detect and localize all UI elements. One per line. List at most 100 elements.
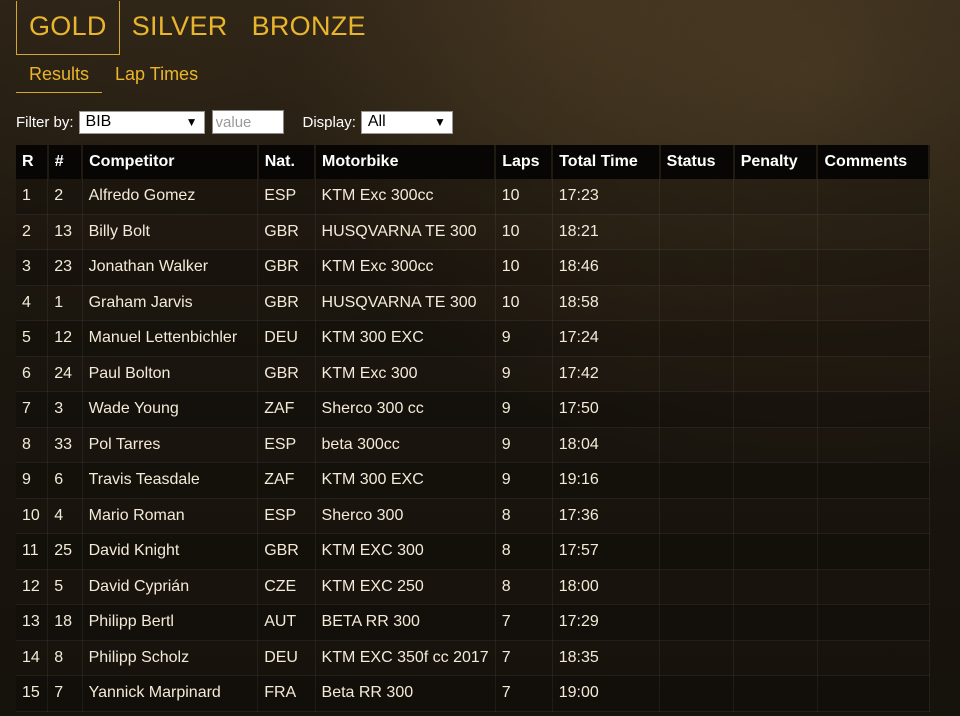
cell-motorbike: HUSQVARNA TE 300 <box>315 214 496 250</box>
tab-results[interactable]: Results <box>16 60 103 93</box>
results-table: R # Competitor Nat. Motorbike Laps Total… <box>16 145 930 712</box>
cell-status <box>659 320 735 357</box>
cell-penalty <box>733 320 818 357</box>
cell-nationality: DEU <box>257 640 316 676</box>
cell-status <box>659 179 735 215</box>
col-header-nationality[interactable]: Nat. <box>257 145 317 179</box>
cell-nationality: ZAF <box>257 391 316 428</box>
cell-competitor: Mario Roman <box>82 498 259 534</box>
table-row[interactable]: 13 18 Philipp Bertl AUT BETA RR 300 7 17:29 <box>16 604 930 641</box>
cell-laps: 10 <box>495 179 553 215</box>
cell-status <box>659 462 735 499</box>
cell-penalty <box>733 427 818 463</box>
col-header-total-time[interactable]: Total Time <box>552 145 661 179</box>
cell-motorbike: Sherco 300 cc <box>315 391 496 428</box>
cell-nationality: GBR <box>257 285 316 321</box>
cell-nationality: GBR <box>257 356 316 392</box>
cell-penalty <box>733 285 818 321</box>
tab-bronze[interactable]: BRONZE <box>240 1 378 55</box>
display-select[interactable]: All ▼ <box>360 110 453 134</box>
cell-nationality: ZAF <box>257 462 316 499</box>
cell-total-time: 17:57 <box>552 533 661 570</box>
col-header-bib[interactable]: # <box>47 145 84 179</box>
table-row[interactable]: 3 23 Jonathan Walker GBR KTM Exc 300cc 10 18:4… <box>16 249 930 286</box>
cell-bib: 25 <box>47 533 83 570</box>
table-row[interactable]: 9 6 Travis Teasdale ZAF KTM 300 EXC 9 19:16 <box>16 462 930 499</box>
cell-motorbike: KTM Exc 300 <box>315 356 496 392</box>
cell-nationality: ESP <box>257 498 316 534</box>
cell-comments <box>817 604 930 641</box>
filter-value-input[interactable] <box>211 110 284 134</box>
cell-competitor: Wade Young <box>82 391 259 428</box>
cell-total-time: 19:00 <box>552 675 661 712</box>
cell-competitor: Philipp Bertl <box>82 604 259 641</box>
cell-comments <box>817 249 930 286</box>
cell-motorbike: beta 300cc <box>315 427 496 463</box>
table-row[interactable]: 5 12 Manuel Lettenbichler DEU KTM 300 EXC 9 17… <box>16 320 930 357</box>
table-row[interactable]: 14 8 Philipp Scholz DEU KTM EXC 350f cc 2017… <box>16 640 930 676</box>
table-row[interactable]: 15 7 Yannick Marpinard FRA Beta RR 300 7 19:00 <box>16 675 930 712</box>
table-row[interactable]: 6 24 Paul Bolton GBR KTM Exc 300 9 17:42 <box>16 356 930 392</box>
table-row[interactable]: 11 25 David Knight GBR KTM EXC 300 8 17:57 <box>16 533 930 570</box>
cell-status <box>659 214 735 250</box>
cell-total-time: 18:46 <box>552 249 661 286</box>
cell-total-time: 18:00 <box>552 569 661 605</box>
cell-competitor: Manuel Lettenbichler <box>82 320 259 357</box>
table-row[interactable]: 2 13 Billy Bolt GBR HUSQVARNA TE 300 10 18:21 <box>16 214 930 250</box>
cell-motorbike: KTM Exc 300cc <box>315 179 496 215</box>
col-header-laps[interactable]: Laps <box>495 145 554 179</box>
cell-comments <box>817 285 930 321</box>
col-header-status[interactable]: Status <box>659 145 735 179</box>
cell-competitor: David Knight <box>82 533 259 570</box>
cell-status <box>659 498 735 534</box>
cell-laps: 10 <box>495 285 553 321</box>
cell-rank: 3 <box>16 249 49 286</box>
cell-nationality: ESP <box>257 427 316 463</box>
tab-lap-times[interactable]: Lap Times <box>102 60 211 93</box>
cell-status <box>659 675 735 712</box>
cell-rank: 1 <box>16 179 49 215</box>
table-header-row: R # Competitor Nat. Motorbike Laps Total… <box>16 145 930 179</box>
cell-laps: 10 <box>495 249 553 286</box>
table-row[interactable]: 12 5 David Cyprián CZE KTM EXC 250 8 18:00 <box>16 569 930 605</box>
col-header-rank[interactable]: R <box>16 145 49 179</box>
table-row[interactable]: 4 1 Graham Jarvis GBR HUSQVARNA TE 300 10 18:5… <box>16 285 930 321</box>
cell-bib: 2 <box>47 179 83 215</box>
cell-motorbike: KTM 300 EXC <box>315 320 496 357</box>
cell-total-time: 18:21 <box>552 214 661 250</box>
cell-competitor: Billy Bolt <box>82 214 259 250</box>
col-header-comments[interactable]: Comments <box>817 145 930 179</box>
table-row[interactable]: 1 2 Alfredo Gomez ESP KTM Exc 300cc 10 17:23 <box>16 179 930 215</box>
cell-laps: 9 <box>495 356 553 392</box>
cell-nationality: CZE <box>257 569 316 605</box>
cell-comments <box>817 675 930 712</box>
cell-laps: 9 <box>495 320 553 357</box>
cell-penalty <box>733 675 818 712</box>
cell-bib: 13 <box>47 214 83 250</box>
tab-silver[interactable]: SILVER <box>120 1 240 55</box>
cell-comments <box>817 391 930 428</box>
cell-bib: 23 <box>47 249 83 286</box>
filter-field-select[interactable]: BIB ▼ <box>78 110 205 134</box>
cell-bib: 8 <box>47 640 83 676</box>
table-row[interactable]: 10 4 Mario Roman ESP Sherco 300 8 17:36 <box>16 498 930 534</box>
col-header-competitor[interactable]: Competitor <box>82 145 259 179</box>
cell-total-time: 17:23 <box>552 179 661 215</box>
cell-motorbike: KTM 300 EXC <box>315 462 496 499</box>
cell-competitor: Alfredo Gomez <box>82 179 259 215</box>
table-row[interactable]: 7 3 Wade Young ZAF Sherco 300 cc 9 17:50 <box>16 391 930 428</box>
col-header-penalty[interactable]: Penalty <box>733 145 819 179</box>
filter-field-value: BIB <box>85 113 112 130</box>
cell-competitor: Paul Bolton <box>82 356 259 392</box>
cell-penalty <box>733 356 818 392</box>
cell-bib: 33 <box>47 427 83 463</box>
cell-rank: 7 <box>16 391 49 428</box>
cell-comments <box>817 569 930 605</box>
cell-laps: 9 <box>495 427 553 463</box>
cell-status <box>659 569 735 605</box>
tab-gold[interactable]: GOLD <box>16 0 120 55</box>
cell-bib: 7 <box>47 675 83 712</box>
cell-laps: 8 <box>495 533 553 570</box>
col-header-motorbike[interactable]: Motorbike <box>315 145 497 179</box>
table-row[interactable]: 8 33 Pol Tarres ESP beta 300cc 9 18:04 <box>16 427 930 463</box>
